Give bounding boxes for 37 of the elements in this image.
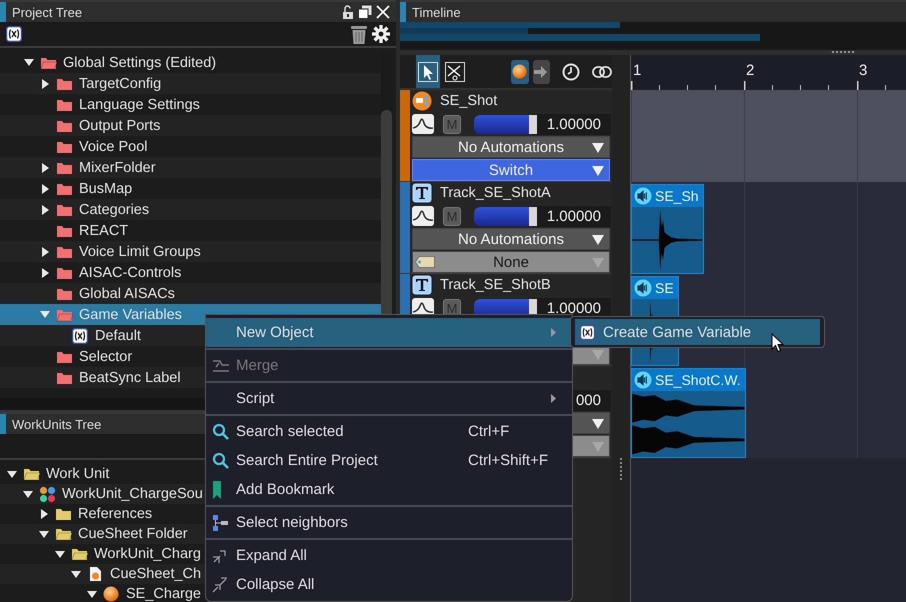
tree-item-label: Work Unit — [46, 466, 110, 482]
tree-item-label: Voice Pool — [79, 138, 148, 154]
tree-item-label: CueSheet_Ch — [110, 566, 202, 582]
panel-title: WorkUnits Tree — [12, 416, 102, 432]
tree-item-label: WorkUnit_ChargeSou — [62, 486, 203, 502]
tree-item-label: Language Settings — [79, 96, 200, 112]
tree-item-label: Game Variables — [79, 306, 182, 322]
tree-item-label: CueSheet Folder — [78, 526, 188, 542]
bar-number: 1 — [633, 62, 642, 79]
panel-title: Timeline — [412, 4, 461, 20]
track-name: Track_SE_ShotB — [440, 277, 551, 294]
tree-item-label: Categories — [79, 202, 150, 218]
clip-label: SE_Sh — [655, 188, 699, 204]
bar-number: 3 — [859, 62, 868, 79]
tree-item-label: MixerFolder — [79, 160, 156, 176]
tree-item-label: Output Ports — [79, 118, 160, 134]
clip-label: SE — [655, 280, 674, 296]
tree-item-label: BeatSync Label — [79, 370, 181, 386]
tree-item-label: References — [78, 506, 152, 522]
tree-item-label: REACT — [79, 222, 128, 238]
tree-item-label: AISAC-Controls — [79, 264, 182, 280]
bar-number: 2 — [746, 62, 754, 79]
shortcut-label: Ctrl+Shift+F — [468, 452, 548, 469]
tree-item-label: TargetConfig — [79, 76, 162, 92]
tree-item-label: Selector — [79, 348, 132, 364]
clip-label: SE_ShotC.W. — [655, 372, 741, 388]
track-name: Track_SE_ShotA — [440, 185, 551, 202]
tree-item-label: Global Settings (Edited) — [63, 54, 216, 70]
panel-title: Project Tree — [12, 4, 82, 20]
shortcut-label: Ctrl+F — [468, 423, 510, 440]
tree-item-label: BusMap — [79, 180, 132, 196]
tree-item-label: Voice Limit Groups — [79, 244, 201, 260]
tree-item-label: Default — [95, 328, 141, 344]
track-name: SE_Shot — [440, 93, 498, 110]
tree-item-label: WorkUnit_Charg — [94, 546, 201, 562]
tree-item-label: Global AISACs — [79, 286, 175, 302]
tree-item-label: SE_Charge — [126, 586, 201, 602]
